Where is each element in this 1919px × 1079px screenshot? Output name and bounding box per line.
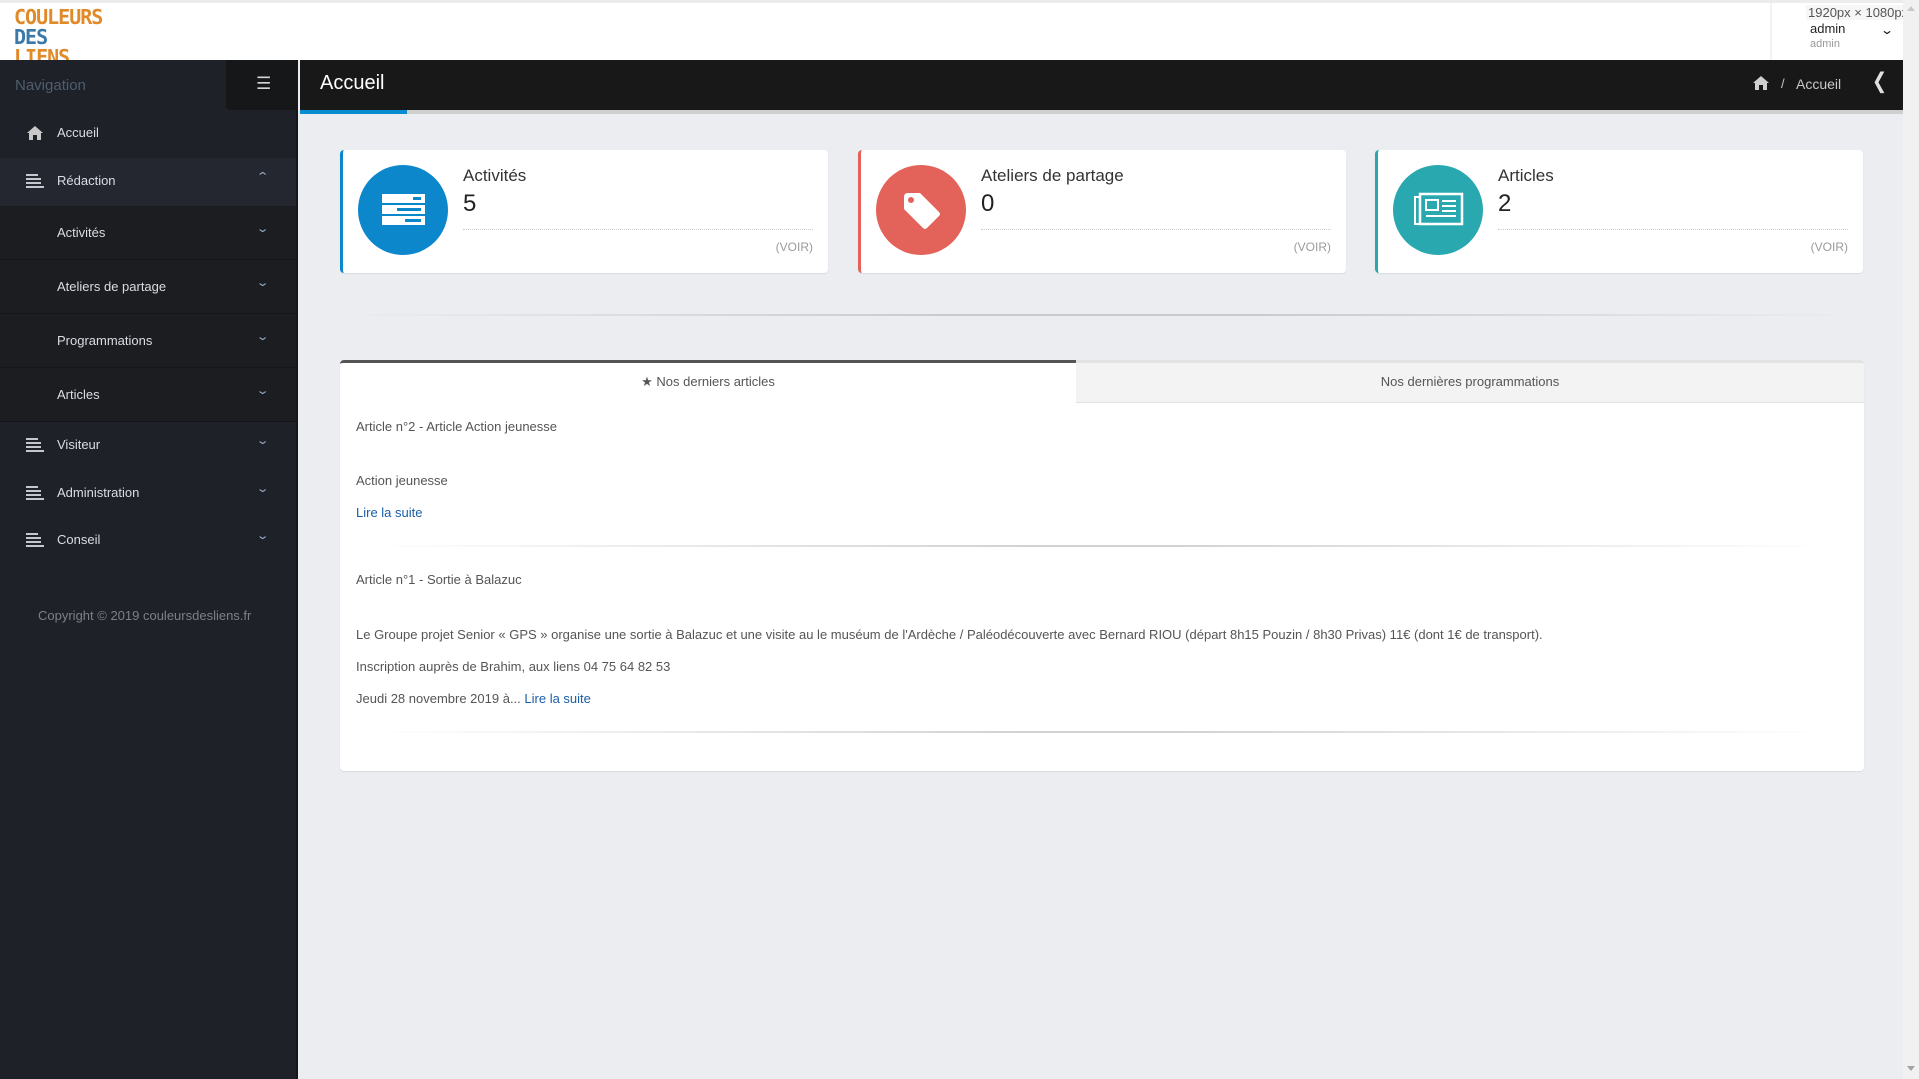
stat-title: Activités <box>463 166 527 185</box>
section-divider <box>340 314 1864 316</box>
hamburger-icon: ☰ <box>256 74 272 93</box>
voir-link[interactable]: (VOIR) <box>1294 240 1331 254</box>
user-role: admin <box>1810 38 1840 50</box>
sidebar-item-label: Conseil <box>57 532 101 547</box>
chevron-down-icon: ⌄ <box>255 483 270 495</box>
user-name: admin <box>1810 21 1846 36</box>
home-icon <box>26 125 44 141</box>
sidebar-item-label: Administration <box>57 485 140 500</box>
tab-dernieres-programmations[interactable]: Nos dernières programmations <box>1076 360 1864 403</box>
article-title: Article n°2 - Article Action jeunesse <box>356 419 558 434</box>
resolution-overlay: 1920px × 1080px <box>1806 5 1911 20</box>
scroll-down-arrow-icon[interactable] <box>1907 1066 1915 1071</box>
divider <box>1498 229 1848 230</box>
voir-link[interactable]: (VOIR) <box>776 240 813 254</box>
sidebar-item-administration[interactable]: Administration ⌄ <box>0 470 296 518</box>
breadcrumb-home-icon[interactable] <box>1752 75 1770 91</box>
stat-value: 0 <box>981 190 995 217</box>
newspaper-icon <box>1393 165 1483 255</box>
list-icon <box>26 174 44 188</box>
sidebar-item-label: Rédaction <box>57 173 116 188</box>
server-icon <box>358 165 448 255</box>
logo[interactable]: COULEURS DES LIENS ALC CENTRE SOCIAL <box>14 5 104 79</box>
stat-title: Articles <box>1498 166 1554 185</box>
breadcrumb-current: Accueil <box>1796 76 1842 92</box>
chevron-down-icon: ⌄ <box>255 277 270 289</box>
chevron-down-icon: ⌄ <box>255 223 270 235</box>
sidebar-item-label: Activités <box>57 225 106 240</box>
page-header: Accueil <box>300 60 1903 110</box>
chevron-up-icon: ⌃ <box>255 171 270 183</box>
page-header-underline <box>300 110 1903 114</box>
chevron-down-icon: ⌄ <box>255 530 270 542</box>
voir-link[interactable]: (VOIR) <box>1811 240 1848 254</box>
sidebar-subitem-articles[interactable]: Articles ⌄ <box>0 368 296 422</box>
logo-line-1: COULEURS <box>14 5 103 29</box>
sidebar-item-accueil[interactable]: Accueil <box>0 110 296 158</box>
sidebar-item-label: Articles <box>57 387 100 402</box>
chevron-down-icon: ⌄ <box>255 435 270 447</box>
chevron-left-icon[interactable]: ❮ <box>1872 69 1887 94</box>
page-title: Accueil <box>320 72 385 94</box>
tab-derniers-articles[interactable]: ★ Nos derniers articles <box>340 360 1076 403</box>
article-text: Inscription auprès de Brahim, aux liens … <box>356 659 671 674</box>
page-scrollbar[interactable] <box>1903 0 1919 1079</box>
active-underline <box>300 110 407 114</box>
scroll-up-arrow-icon[interactable] <box>1907 6 1915 11</box>
tag-icon <box>876 165 966 255</box>
article-text: Action jeunesse <box>356 473 448 488</box>
sidebar-toggle-button[interactable]: ☰ <box>226 60 298 110</box>
sidebar-item-label: Accueil <box>57 125 99 140</box>
article-title: Article n°1 - Sortie à Balazuc <box>356 572 522 587</box>
divider <box>463 229 813 230</box>
sidebar-item-redaction[interactable]: Rédaction ⌃ <box>0 158 296 206</box>
sidebar-item-visiteur[interactable]: Visiteur ⌄ <box>0 422 296 470</box>
sidebar-item-label: Ateliers de partage <box>57 279 167 294</box>
top-header: COULEURS DES LIENS ALC CENTRE SOCIAL adm… <box>0 0 1903 79</box>
stat-card-articles: Articles 2 (VOIR) <box>1375 150 1863 273</box>
stat-value: 2 <box>1498 190 1512 217</box>
copyright: Copyright © 2019 couleursdesliens.fr <box>38 608 252 623</box>
sidebar: Navigation ☰ Accueil Rédaction ⌃ Activit… <box>0 60 298 1079</box>
stat-card-activites: Activités 5 (VOIR) <box>340 150 828 273</box>
chevron-down-icon[interactable]: ⌄ <box>1880 23 1894 37</box>
sidebar-subitem-ateliers[interactable]: Ateliers de partage ⌄ <box>0 260 296 314</box>
read-more-link[interactable]: Lire la suite <box>356 505 422 520</box>
sidebar-item-label: Visiteur <box>57 437 101 452</box>
sidebar-subitem-activites[interactable]: Activités ⌄ <box>0 206 296 260</box>
chevron-down-icon: ⌄ <box>255 385 270 397</box>
tab-label: Nos derniers articles <box>656 374 775 389</box>
tabs-panel: ★ Nos derniers articles Nos dernières pr… <box>340 360 1864 771</box>
star-icon: ★ <box>641 374 653 389</box>
list-icon <box>26 438 44 452</box>
article-text-last: Jeudi 28 novembre 2019 à... Lire la suit… <box>356 691 591 706</box>
stat-card-ateliers: Ateliers de partage 0 (VOIR) <box>858 150 1346 273</box>
stat-title: Ateliers de partage <box>981 166 1124 185</box>
list-icon <box>26 533 44 547</box>
article-divider <box>370 545 1834 547</box>
sidebar-item-label: Programmations <box>57 333 153 348</box>
read-more-link[interactable]: Lire la suite <box>524 691 590 706</box>
article-text: Le Groupe projet Senior « GPS » organise… <box>356 627 1543 642</box>
article-divider <box>370 731 1834 733</box>
stat-value: 5 <box>463 190 477 217</box>
list-icon <box>26 486 44 500</box>
article-text: Jeudi 28 novembre 2019 à... <box>356 691 521 706</box>
chevron-down-icon: ⌄ <box>255 331 270 343</box>
tab-label: Nos dernières programmations <box>1380 374 1560 389</box>
sidebar-subitem-programmations[interactable]: Programmations ⌄ <box>0 314 296 368</box>
sidebar-item-conseil[interactable]: Conseil ⌄ <box>0 517 296 565</box>
divider <box>981 229 1331 230</box>
nav-title: Navigation <box>15 77 86 94</box>
breadcrumb-separator: / <box>1781 76 1785 91</box>
